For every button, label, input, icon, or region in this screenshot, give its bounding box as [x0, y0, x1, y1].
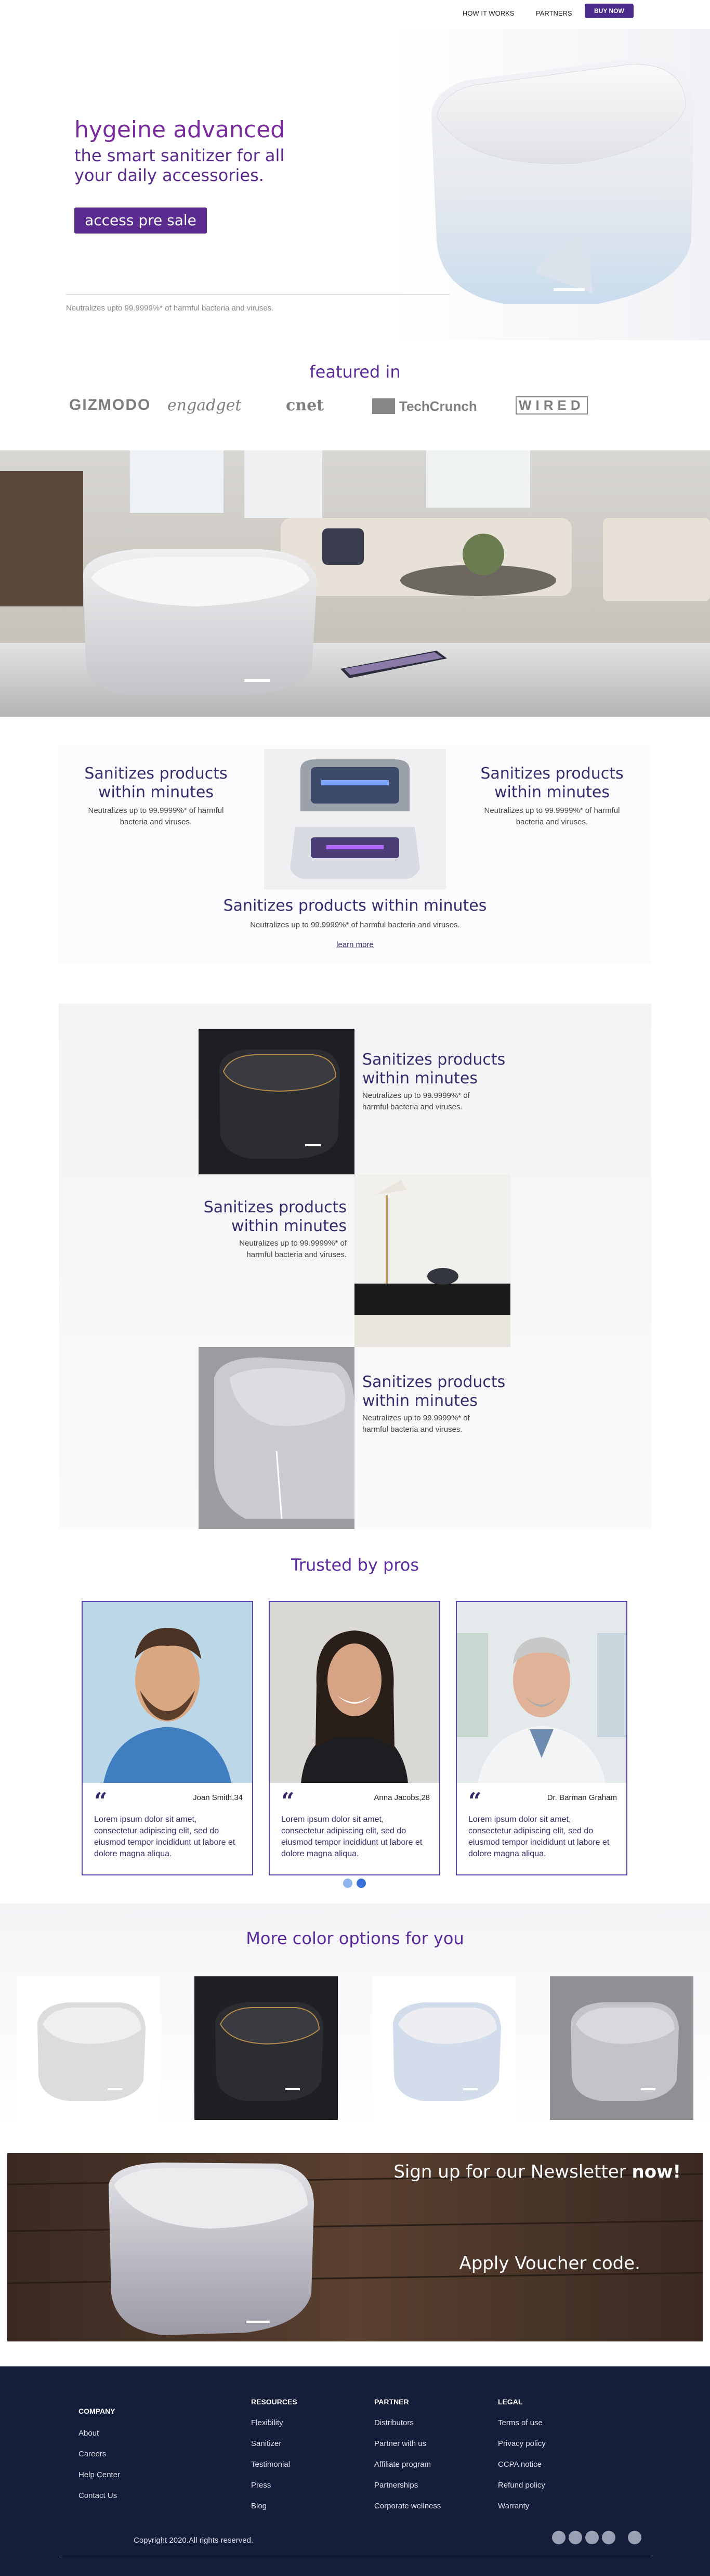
alt-3-heading: Sanitizes products within minutes [362, 1373, 506, 1410]
alt-1-heading: Sanitizes products within minutes [362, 1051, 506, 1088]
testimonial-card: “ Anna Jacobs,28 Lorem ipsum dolor sit a… [269, 1601, 440, 1875]
buy-now-button[interactable]: BUY NOW [585, 4, 634, 18]
footer-link-contact[interactable]: Contact Us [78, 2491, 117, 2500]
alt-2-heading: Sanitizes products within minutes [203, 1198, 347, 1235]
desk-lamp-image [354, 1174, 510, 1347]
feature-left-text: Neutralizes up to 99.9999%* of harmful b… [88, 806, 224, 826]
color-option-black[interactable] [194, 1976, 338, 2120]
logo-wired: WIRED [516, 396, 588, 415]
carousel-dot-active[interactable] [357, 1879, 366, 1888]
newsletter-heading-bold: now! [632, 2161, 681, 2182]
footer-link-partnerships[interactable]: Partnerships [374, 2481, 418, 2490]
feature-center-heading: Sanitizes products within minutes [223, 897, 487, 915]
footer-company-title: COMPANY [78, 2407, 115, 2415]
nav-how-it-works[interactable]: HOW IT WORKS [463, 9, 514, 17]
hero-divider [65, 294, 450, 295]
social-icon[interactable] [552, 2531, 566, 2544]
social-icon[interactable] [628, 2531, 641, 2544]
alt-3-text: Neutralizes up to 99.9999%* of harmful b… [362, 1414, 470, 1434]
testimonial-name: Joan Smith,34 [193, 1793, 243, 1802]
social-icon[interactable] [602, 2531, 615, 2544]
avatar [270, 1602, 439, 1783]
footer-partner-title: PARTNER [374, 2398, 409, 2406]
testimonial-text: Lorem ipsum dolor sit amet, consectetur … [94, 1815, 235, 1858]
feature-left-heading: Sanitizes products within minutes [84, 765, 228, 801]
logo-engadget: engadget [167, 396, 242, 415]
sanitizer-device-image [431, 59, 694, 304]
quote-icon: “ [94, 1788, 108, 1815]
trusted-title: Trusted by pros [291, 1555, 419, 1575]
footer-link-press[interactable]: Press [251, 2481, 271, 2490]
footer-link-about[interactable]: About [78, 2429, 99, 2438]
logo-gizmodo: GIZMODO [69, 396, 151, 413]
social-icon[interactable] [569, 2531, 582, 2544]
footer-link-ccpa[interactable]: CCPA notice [498, 2460, 542, 2469]
hero-subtitle: the smart sanitizer for all your daily a… [74, 146, 285, 185]
footer-link-help-center[interactable]: Help Center [78, 2470, 120, 2479]
testimonial-name: Dr. Barman Graham [547, 1793, 617, 1802]
logo-techcrunch: TechCrunch [399, 398, 477, 414]
footer-link-testimonial[interactable]: Testimonial [251, 2460, 290, 2469]
access-presale-button[interactable]: access pre sale [74, 208, 207, 234]
newsletter-heading-text: Sign up for our Newsletter [393, 2161, 632, 2182]
footer-link-affiliate[interactable]: Affiliate program [374, 2460, 431, 2469]
color-option-blue[interactable] [372, 1976, 516, 2120]
social-icon[interactable] [585, 2531, 599, 2544]
testimonial-name: Anna Jacobs,28 [374, 1793, 430, 1802]
carousel-dot[interactable] [343, 1879, 352, 1888]
testimonial-text: Lorem ipsum dolor sit amet, consectetur … [281, 1815, 423, 1858]
footer-link-blog[interactable]: Blog [251, 2502, 267, 2510]
footer-resources-title: RESOURCES [251, 2398, 297, 2406]
testimonial-text: Lorem ipsum dolor sit amet, consectetur … [468, 1815, 610, 1858]
voucher-link[interactable]: Apply Voucher code. [459, 2253, 640, 2274]
avatar [457, 1602, 626, 1783]
feature-right-heading: Sanitizes products within minutes [480, 765, 624, 801]
footer-link-flexibility[interactable]: Flexibility [251, 2418, 283, 2427]
testimonial-card: “ Joan Smith,34 Lorem ipsum dolor sit am… [82, 1601, 253, 1875]
footer-legal-title: LEGAL [498, 2398, 523, 2406]
featured-title: featured in [309, 362, 401, 382]
quote-icon: “ [281, 1788, 295, 1815]
footer-link-partner-with-us[interactable]: Partner with us [374, 2439, 426, 2448]
top-nav: HOW IT WORKS PARTNERS BUY NOW [0, 0, 710, 29]
alt-1-text: Neutralizes up to 99.9999%* of harmful b… [362, 1091, 470, 1111]
uv-device-image [264, 749, 446, 889]
alt-2-text: Neutralizes up to 99.9999%* of harmful b… [239, 1239, 347, 1259]
living-room-image [0, 450, 710, 717]
grey-device-image [199, 1347, 354, 1529]
quote-icon: “ [468, 1788, 482, 1815]
footer-link-sanitizer[interactable]: Sanitizer [251, 2439, 281, 2448]
footer-link-warranty[interactable]: Warranty [498, 2502, 529, 2510]
nav-partners[interactable]: PARTNERS [536, 9, 572, 17]
hero-title: hygeine advanced [74, 116, 285, 143]
footer-link-terms[interactable]: Terms of use [498, 2418, 543, 2427]
learn-more-link[interactable]: learn more [0, 940, 710, 949]
feature-center-text: Neutralizes up to 99.9999%* of harmful b… [250, 921, 460, 929]
footer-link-distributors[interactable]: Distributors [374, 2418, 414, 2427]
footer-link-privacy[interactable]: Privacy policy [498, 2439, 546, 2448]
black-device-image [199, 1029, 354, 1174]
hero-note: Neutralizes upto 99.9999%* of harmful ba… [66, 304, 274, 313]
footer-link-careers[interactable]: Careers [78, 2450, 106, 2458]
avatar [83, 1602, 252, 1783]
newsletter-heading: Sign up for our Newsletter now! [393, 2161, 681, 2182]
color-option-white[interactable] [17, 1976, 160, 2120]
colors-title: More color options for you [246, 1928, 464, 1948]
logo-cnet: cnet [286, 396, 324, 415]
copyright-text: Copyright 2020.All rights reserved. [134, 2536, 254, 2545]
footer-link-refund[interactable]: Refund policy [498, 2481, 545, 2490]
techcrunch-icon [372, 398, 395, 414]
footer-link-corporate-wellness[interactable]: Corporate wellness [374, 2502, 441, 2510]
testimonial-card: “ Dr. Barman Graham Lorem ipsum dolor si… [456, 1601, 627, 1875]
feature-right-text: Neutralizes up to 99.9999%* of harmful b… [484, 806, 620, 826]
color-option-grey[interactable] [550, 1976, 693, 2120]
